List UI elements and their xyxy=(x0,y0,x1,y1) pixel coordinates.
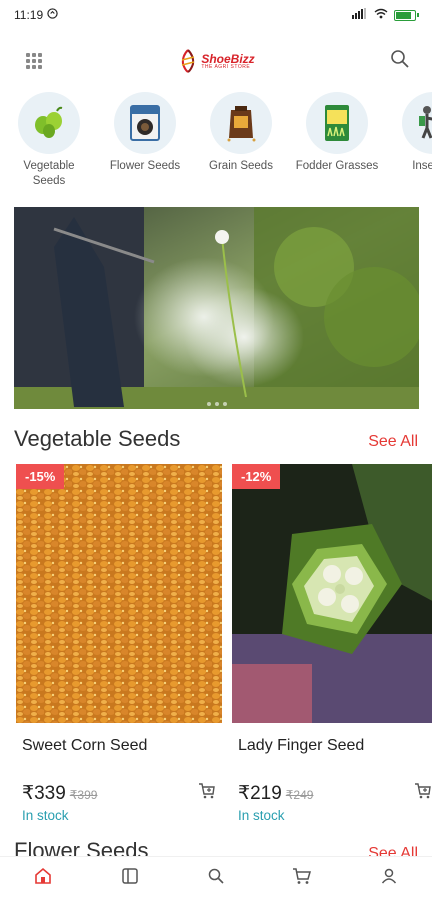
discount-badge: -12% xyxy=(232,464,281,489)
product-image: -15% xyxy=(16,464,222,723)
category-insecticides[interactable]: Insectici xyxy=(398,92,432,192)
home-icon xyxy=(34,867,52,890)
nav-account[interactable] xyxy=(369,859,409,899)
signal-icon xyxy=(352,8,368,22)
app-header: ShoeBizz THE AGRI STORE xyxy=(0,36,432,86)
product-image: -12% xyxy=(232,464,432,723)
okra-image xyxy=(232,464,432,723)
sprayer-person-icon xyxy=(402,92,432,154)
product-card[interactable]: -12% Lady Finger Seed ₹219 ₹249 In stock xyxy=(232,464,432,829)
wifi-icon xyxy=(374,8,388,22)
add-to-cart-icon[interactable] xyxy=(198,782,216,800)
promo-banner[interactable] xyxy=(14,207,419,409)
product-list: -15% Sweet Corn Seed ₹339 ₹399 In stock xyxy=(16,464,432,829)
product-mrp: ₹399 xyxy=(69,788,98,802)
nav-home[interactable] xyxy=(23,859,63,899)
category-label: Fodder Grasses xyxy=(295,160,379,172)
stock-status: In stock xyxy=(22,808,69,823)
nav-cart[interactable] xyxy=(282,859,322,899)
bottom-nav xyxy=(0,856,432,900)
section-title: Vegetable Seeds xyxy=(14,426,181,451)
battery-icon xyxy=(394,9,419,21)
corn-kernels-image xyxy=(16,464,222,723)
cart-icon xyxy=(292,867,312,890)
category-grain-seeds[interactable]: Grain Seeds xyxy=(206,92,276,192)
category-label: Insectici xyxy=(412,160,432,172)
logo-tagline: THE AGRI STORE xyxy=(201,63,251,70)
category-flower-seeds[interactable]: Flower Seeds xyxy=(110,92,180,192)
catalog-icon xyxy=(121,867,139,890)
status-time: 11:19 xyxy=(14,8,44,22)
flower-seeds-packet-icon xyxy=(114,92,176,154)
product-name: Lady Finger Seed xyxy=(238,737,365,754)
menu-grid-icon[interactable] xyxy=(24,51,44,71)
discount-badge: -15% xyxy=(16,464,65,489)
nav-catalog[interactable] xyxy=(110,859,150,899)
search-icon xyxy=(207,867,225,890)
banner-spraying-image xyxy=(14,207,419,409)
logo-leaf-icon xyxy=(182,49,195,73)
product-mrp: ₹249 xyxy=(285,788,314,802)
search-icon[interactable] xyxy=(390,49,410,74)
product-price: ₹339 xyxy=(22,783,66,804)
account-icon xyxy=(380,867,398,890)
logo-name: ShoeBizz xyxy=(201,51,255,66)
product-name: Sweet Corn Seed xyxy=(22,737,148,754)
see-all-link[interactable]: See All xyxy=(368,433,418,451)
section-header-vegetable-seeds: Vegetable Seeds See All xyxy=(14,426,418,452)
banner-pagination xyxy=(14,402,419,406)
category-vegetable-seeds[interactable]: Vegetable Seeds xyxy=(14,92,84,192)
product-card[interactable]: -15% Sweet Corn Seed ₹339 ₹399 In stock xyxy=(16,464,222,829)
category-list: Vegetable Seeds Flower Seeds Grain Seeds xyxy=(14,92,432,192)
grain-seeds-sack-icon xyxy=(210,92,272,154)
category-label: Flower Seeds xyxy=(109,160,181,172)
status-bar: 11:19 xyxy=(0,0,432,30)
sync-icon xyxy=(47,8,58,22)
category-label: Grain Seeds xyxy=(209,160,273,172)
category-label: Vegetable Seeds xyxy=(23,160,75,187)
stock-status: In stock xyxy=(238,808,285,823)
add-to-cart-icon[interactable] xyxy=(414,782,432,800)
category-fodder-grasses[interactable]: Fodder Grasses xyxy=(296,92,378,192)
vegetable-seeds-icon xyxy=(18,92,80,154)
fodder-grass-packet-icon xyxy=(306,92,368,154)
product-price: ₹219 xyxy=(238,783,282,804)
app-logo: ShoeBizz THE AGRI STORE xyxy=(179,48,255,74)
nav-search[interactable] xyxy=(196,859,236,899)
